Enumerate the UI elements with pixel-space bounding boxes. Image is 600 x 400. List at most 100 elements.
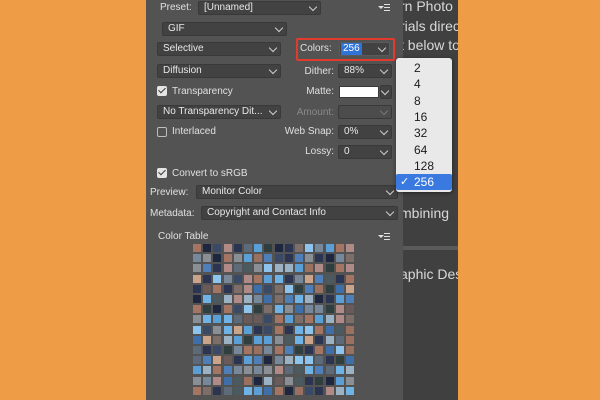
- color-swatch[interactable]: [325, 244, 334, 252]
- color-swatch[interactable]: [233, 325, 242, 334]
- color-swatch[interactable]: [244, 295, 252, 303]
- color-swatch[interactable]: [223, 315, 232, 324]
- color-swatch[interactable]: [244, 356, 252, 365]
- color-swatch[interactable]: [223, 386, 232, 395]
- color-swatch[interactable]: [264, 305, 273, 314]
- color-swatch[interactable]: [346, 254, 354, 263]
- color-swatch[interactable]: [264, 356, 273, 365]
- color-swatch[interactable]: [213, 356, 222, 365]
- color-swatch[interactable]: [305, 366, 314, 375]
- color-swatch[interactable]: [244, 274, 252, 283]
- color-swatch[interactable]: [305, 244, 314, 252]
- color-swatch[interactable]: [295, 305, 303, 314]
- color-swatch[interactable]: [325, 346, 334, 354]
- color-swatch[interactable]: [315, 295, 324, 303]
- color-swatch[interactable]: [203, 386, 212, 395]
- color-swatch[interactable]: [305, 264, 314, 273]
- color-swatch[interactable]: [335, 305, 344, 314]
- color-swatch[interactable]: [274, 274, 283, 283]
- color-swatch[interactable]: [264, 346, 273, 354]
- color-swatch[interactable]: [223, 376, 232, 385]
- colors-option[interactable]: 8: [396, 93, 452, 109]
- color-swatch[interactable]: [254, 376, 263, 385]
- color-swatch[interactable]: [193, 284, 201, 293]
- color-swatch[interactable]: [284, 284, 293, 293]
- color-swatch[interactable]: [233, 284, 242, 293]
- color-swatch[interactable]: [254, 305, 263, 314]
- color-swatch[interactable]: [244, 254, 252, 263]
- color-swatch[interactable]: [305, 295, 314, 303]
- color-swatch[interactable]: [233, 254, 242, 263]
- colors-option[interactable]: 2: [396, 60, 452, 76]
- colors-option[interactable]: 32: [396, 125, 452, 141]
- color-swatch[interactable]: [284, 254, 293, 263]
- color-swatch[interactable]: [284, 305, 293, 314]
- color-swatch[interactable]: [203, 305, 212, 314]
- color-swatch[interactable]: [295, 264, 303, 273]
- color-swatch[interactable]: [325, 325, 334, 334]
- color-swatch[interactable]: [274, 366, 283, 375]
- color-swatch[interactable]: [193, 346, 201, 354]
- color-swatch[interactable]: [264, 376, 273, 385]
- color-swatch[interactable]: [295, 325, 303, 334]
- color-swatch[interactable]: [305, 346, 314, 354]
- color-swatch[interactable]: [346, 295, 354, 303]
- color-swatch[interactable]: [254, 284, 263, 293]
- color-swatch[interactable]: [325, 356, 334, 365]
- color-swatch[interactable]: [346, 274, 354, 283]
- color-swatch[interactable]: [315, 366, 324, 375]
- color-swatch[interactable]: [264, 295, 273, 303]
- metadata-select[interactable]: Copyright and Contact Info: [201, 206, 398, 220]
- color-swatch[interactable]: [193, 254, 201, 263]
- color-swatch[interactable]: [295, 244, 303, 252]
- color-swatch[interactable]: [203, 335, 212, 344]
- color-swatch[interactable]: [346, 356, 354, 365]
- color-swatch[interactable]: [193, 366, 201, 375]
- color-swatch[interactable]: [274, 254, 283, 263]
- color-swatch[interactable]: [335, 244, 344, 252]
- color-swatch[interactable]: [335, 274, 344, 283]
- color-swatch[interactable]: [213, 264, 222, 273]
- color-swatch[interactable]: [213, 254, 222, 263]
- dither-method-select[interactable]: Diffusion: [157, 64, 281, 78]
- color-swatch[interactable]: [233, 295, 242, 303]
- color-swatch[interactable]: [284, 295, 293, 303]
- color-swatch[interactable]: [335, 284, 344, 293]
- color-swatch[interactable]: [315, 305, 324, 314]
- color-swatch[interactable]: [335, 386, 344, 395]
- color-swatch[interactable]: [193, 264, 201, 273]
- color-swatch[interactable]: [335, 366, 344, 375]
- color-swatch[interactable]: [284, 356, 293, 365]
- color-swatch[interactable]: [193, 335, 201, 344]
- color-swatch[interactable]: [274, 356, 283, 365]
- color-swatch[interactable]: [295, 295, 303, 303]
- color-swatch[interactable]: [264, 325, 273, 334]
- color-swatch[interactable]: [254, 366, 263, 375]
- color-swatch[interactable]: [254, 264, 263, 273]
- color-swatch[interactable]: [254, 244, 263, 252]
- color-swatch[interactable]: [244, 325, 252, 334]
- color-swatch[interactable]: [233, 335, 242, 344]
- color-swatch[interactable]: [346, 386, 354, 395]
- color-swatch[interactable]: [233, 315, 242, 324]
- color-swatch[interactable]: [223, 366, 232, 375]
- color-swatch[interactable]: [244, 315, 252, 324]
- color-swatch[interactable]: [193, 386, 201, 395]
- color-swatch[interactable]: [325, 305, 334, 314]
- dither-amount-field[interactable]: 88%: [338, 64, 392, 78]
- lossy-field[interactable]: 0: [338, 145, 392, 159]
- color-swatch[interactable]: [305, 325, 314, 334]
- color-swatch[interactable]: [203, 295, 212, 303]
- color-swatch[interactable]: [233, 376, 242, 385]
- color-swatch[interactable]: [244, 335, 252, 344]
- color-swatch[interactable]: [325, 376, 334, 385]
- color-swatch[interactable]: [315, 386, 324, 395]
- color-swatch[interactable]: [223, 356, 232, 365]
- color-swatch[interactable]: [346, 346, 354, 354]
- color-swatch[interactable]: [274, 346, 283, 354]
- color-swatch[interactable]: [254, 254, 263, 263]
- color-swatch[interactable]: [193, 305, 201, 314]
- color-swatch[interactable]: [284, 376, 293, 385]
- color-swatch[interactable]: [274, 244, 283, 252]
- color-swatch[interactable]: [264, 244, 273, 252]
